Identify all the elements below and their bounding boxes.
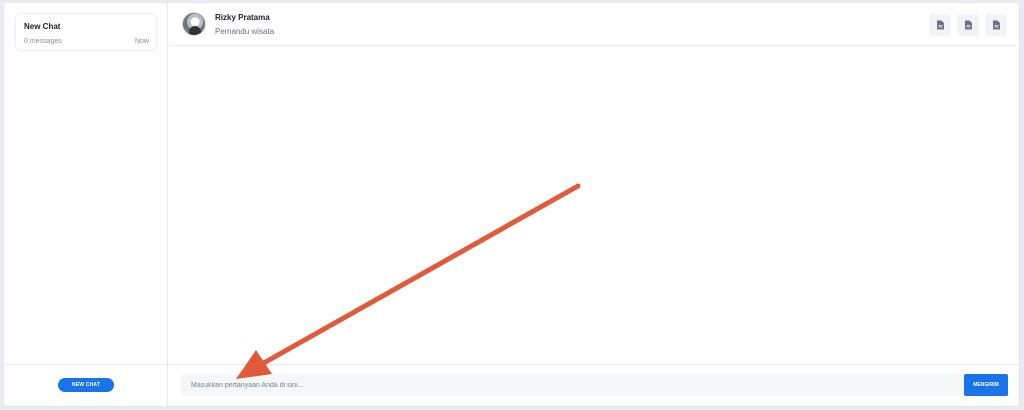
agent-name: Rizky Pratama (215, 13, 270, 22)
chat-main-panel: Rizky Pratama Pemandu wisata MENGIRIM (169, 3, 1019, 406)
header-actions (929, 14, 1007, 36)
chat-list-item[interactable]: New Chat 0 messages Now (15, 13, 157, 51)
export-document-button-1[interactable] (929, 14, 951, 36)
chat-title: New Chat (24, 22, 61, 31)
document-icon (936, 20, 944, 30)
agent-role: Pemandu wisata (215, 27, 275, 36)
chat-sidebar: New Chat 0 messages Now NEW CHAT (4, 3, 168, 406)
question-input[interactable] (181, 374, 964, 396)
chat-header: Rizky Pratama Pemandu wisata (169, 3, 1019, 46)
avatar (182, 12, 206, 36)
send-button[interactable]: MENGIRIM (964, 374, 1008, 396)
input-bar: MENGIRIM (169, 364, 1019, 406)
message-area (169, 47, 1019, 364)
new-chat-button[interactable]: NEW CHAT (58, 378, 114, 392)
chat-timestamp: Now (134, 38, 149, 45)
chat-app-window: New Chat 0 messages Now NEW CHAT Rizky P… (3, 2, 1020, 407)
export-document-button-3[interactable] (985, 14, 1007, 36)
sidebar-footer: NEW CHAT (4, 364, 167, 406)
document-icon (992, 20, 1000, 30)
chat-message-count: 0 messages (24, 38, 62, 45)
document-icon (964, 20, 972, 30)
export-document-button-2[interactable] (957, 14, 979, 36)
